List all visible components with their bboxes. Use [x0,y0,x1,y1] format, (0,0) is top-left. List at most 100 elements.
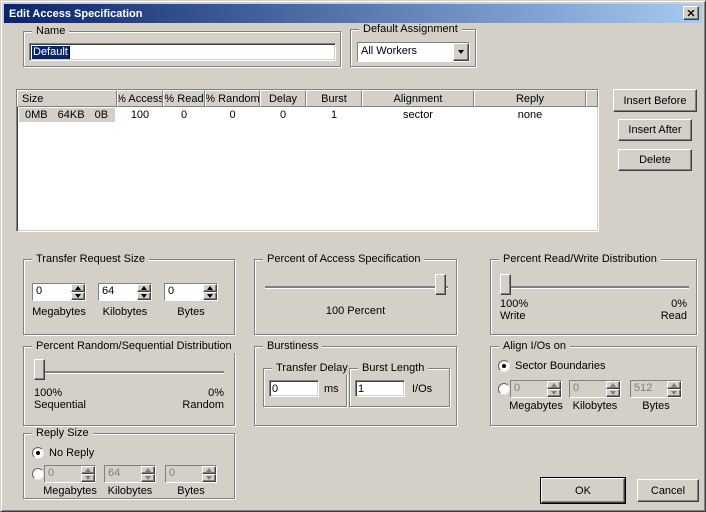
spin-up-button [667,381,681,389]
insert-after-button[interactable]: Insert After [618,119,692,141]
percent-access-slider-thumb[interactable] [435,274,446,295]
spinner-buttons [606,381,620,397]
burst-length-label: Burst Length [358,362,428,375]
default-assignment-label: Default Assignment [359,23,462,36]
transfer-request-size-label: Transfer Request Size [32,253,149,266]
row-read-cell[interactable]: 0 [163,109,205,121]
spin-up-button[interactable] [203,284,217,292]
spinner-value[interactable]: 0 [165,284,203,300]
spinner-buttons [203,284,217,300]
name-group: Name Default [23,31,341,67]
reply-size-group: Reply Size No Reply 0 64 0 Megabytes [23,433,235,499]
spin-up-button[interactable] [137,284,151,292]
row-random-cell[interactable]: 0 [205,109,260,121]
random-sequential-slider-thumb[interactable] [34,359,45,380]
row-delay-cell[interactable]: 0 [260,109,306,121]
window-title: Edit Access Specification [4,8,142,20]
transfer-delay-input[interactable]: 0 [269,380,319,397]
arrow-up-icon [141,286,147,290]
spin-down-button [81,474,95,482]
ok-button[interactable]: OK [541,478,625,503]
transfer-request-size-group: Transfer Request Size 0 64 0 Megabytes K… [23,259,235,335]
no-reply-radio[interactable] [32,447,44,459]
arrow-up-icon [671,383,677,387]
column-header-delay[interactable]: Delay [260,90,306,107]
spinner-value[interactable]: 64 [99,284,137,300]
spinner-buttons [81,466,95,482]
insert-before-button[interactable]: Insert Before [613,89,697,112]
spin-down-button [667,389,681,397]
reply-bytes-spinner: 0 [165,465,217,483]
trs-bytes-spinner[interactable]: 0 [164,283,218,301]
arrow-up-icon [75,286,81,290]
custom-reply-radio[interactable] [32,468,44,480]
row-burst-cell[interactable]: 1 [306,109,362,121]
percent-access-spec-group: Percent of Access Specification 100 Perc… [254,259,457,335]
burst-length-value: 1 [358,383,364,395]
column-header-reply[interactable]: Reply [474,90,586,107]
arrow-down-icon [610,391,616,395]
column-header-read[interactable]: % Read [163,90,205,107]
spin-down-button [547,389,561,397]
transfer-delay-label: Transfer Delay [272,362,352,375]
kilobytes-unit-label: Kilobytes [90,306,160,318]
megabytes-unit-label: Megabytes [24,306,94,318]
no-reply-label: No Reply [49,447,94,459]
spinner-value: 64 [105,466,141,482]
random-sequential-slider-track[interactable] [34,371,224,373]
trs-megabytes-spinner[interactable]: 0 [32,283,86,301]
column-header-access[interactable]: % Access [117,90,163,107]
cancel-button[interactable]: Cancel [637,479,699,502]
arrow-down-icon [551,391,557,395]
default-assignment-select[interactable]: All Workers [357,42,470,62]
title-bar[interactable]: Edit Access Specification [4,4,702,23]
spin-down-button[interactable] [137,292,151,300]
percent-access-value: 100 Percent [255,305,456,317]
sector-boundaries-radio[interactable] [498,360,510,372]
spin-down-button[interactable] [71,292,85,300]
row-size-value: 0MB 64KB 0B [19,108,115,122]
name-group-label: Name [32,25,69,38]
random-percent: 0% [208,387,224,399]
close-button[interactable] [683,6,699,20]
read-write-slider-track[interactable] [500,286,689,288]
spin-up-button[interactable] [71,284,85,292]
arrow-up-icon [85,468,91,472]
spinner-value: 0 [570,381,606,397]
table-row[interactable]: 0MB 64KB 0B 100 0 0 0 1 sector none [17,107,598,123]
name-input[interactable]: Default [29,43,336,61]
column-header-burst[interactable]: Burst [306,90,362,107]
burst-length-group: Burst Length 1 I/Os [349,368,450,407]
spinner-value[interactable]: 0 [33,284,71,300]
random-sequential-distribution-group: Percent Random/Sequential Distribution 1… [23,346,235,426]
spinner-value: 512 [631,381,667,397]
trs-kilobytes-spinner[interactable]: 64 [98,283,152,301]
dropdown-button[interactable] [453,43,469,61]
column-header-random[interactable]: % Random [205,90,260,107]
random-sequential-label: Percent Random/Sequential Distribution [32,340,236,353]
read-write-distribution-label: Percent Read/Write Distribution [499,253,661,266]
access-spec-list[interactable]: Size % Access % Read % Random Delay Burs… [16,89,599,232]
column-header-alignment[interactable]: Alignment [362,90,474,107]
sector-boundaries-label: Sector Boundaries [515,360,606,372]
burst-length-input[interactable]: 1 [355,380,405,397]
delete-button[interactable]: Delete [618,149,692,171]
row-alignment-cell[interactable]: sector [362,109,474,121]
write-percent: 100% [500,298,528,310]
spin-down-button[interactable] [203,292,217,300]
spinner-buttons [547,381,561,397]
read-write-slider-thumb[interactable] [500,274,511,295]
arrow-down-icon [671,391,677,395]
arrow-up-icon [551,383,557,387]
percent-access-slider-track[interactable] [265,286,448,288]
arrow-down-icon [75,294,81,298]
spinner-value: 0 [45,466,81,482]
spin-up-button [547,381,561,389]
row-reply-cell[interactable]: none [474,109,586,121]
row-size-cell[interactable]: 0MB 64KB 0B [17,108,117,122]
spin-down-button [606,389,620,397]
column-header-size[interactable]: Size [17,90,117,107]
row-access-cell[interactable]: 100 [117,109,163,121]
custom-alignment-radio[interactable] [498,383,510,395]
bytes-unit-label: Bytes [627,400,685,412]
